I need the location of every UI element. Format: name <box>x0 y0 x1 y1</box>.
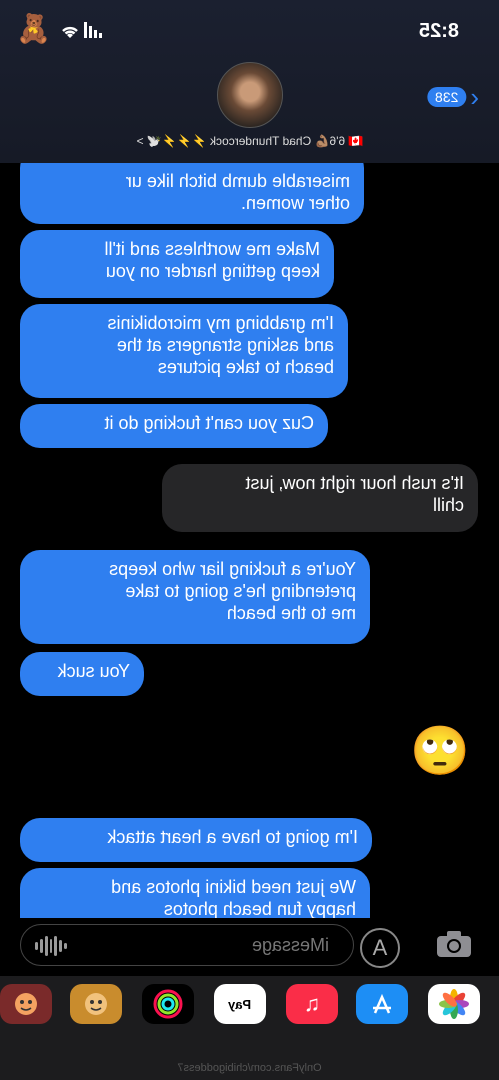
message-bubble-received[interactable]: You're a fucking liar who keeps pretendi… <box>20 550 370 644</box>
message-bubble-received[interactable]: Cuz you can't fucking do it <box>20 404 328 448</box>
message-bubble-sent[interactable]: It's rush hour right now, just chill <box>162 464 478 532</box>
message-bubble-received[interactable]: I'm going to have a heart attack <box>20 818 372 862</box>
message-bubble-received[interactable]: I'm grabbing my microbikinis and asking … <box>20 304 348 398</box>
message-text: miserable dumb bitch like ur other women… <box>125 171 350 213</box>
watermark-text: OnlyFans.com/chibigoddess7 <box>177 1062 322 1074</box>
status-time: 8:25 <box>418 20 459 42</box>
back-chevron-icon: › <box>470 82 479 112</box>
camera-icon[interactable] <box>436 930 472 958</box>
animoji-icon[interactable] <box>0 984 52 1024</box>
wifi-icon <box>60 24 80 43</box>
messages-screen: 8:25 🧸 238 › 🇨🇦 6'6💪🏽 Chad Thundercock ⚡… <box>0 0 499 1080</box>
signal-icon <box>84 22 102 38</box>
bear-emoji-icon: 🧸 <box>16 13 51 44</box>
contact-name[interactable]: 🇨🇦 6'6💪🏽 Chad Thundercock ⚡️⚡️⚡️🕊️ > <box>100 134 400 148</box>
message-bubble-received[interactable]: Make me worthless and it'll keep getting… <box>20 230 334 298</box>
back-button[interactable]: 238 › <box>426 82 479 112</box>
message-input[interactable]: iMessage <box>20 924 354 966</box>
audio-waveform-icon[interactable] <box>35 935 68 957</box>
activity-icon[interactable] <box>142 984 194 1024</box>
memoji-icon[interactable] <box>70 984 122 1024</box>
unread-count-badge: 238 <box>426 87 467 107</box>
message-text: Cuz you can't fucking do it <box>104 413 314 433</box>
message-text: You're a fucking liar who keeps pretendi… <box>109 559 356 623</box>
music-icon[interactable]: ♫ <box>286 984 338 1024</box>
apple-pay-label: Pay <box>228 996 252 1012</box>
compose-bar: A iMessage <box>0 918 499 976</box>
message-text: I'm going to have a heart attack <box>107 827 358 847</box>
conversation-header: 8:25 🧸 238 › 🇨🇦 6'6💪🏽 Chad Thundercock ⚡… <box>0 0 499 163</box>
photos-icon[interactable] <box>428 984 480 1024</box>
eye-roll-emoji-message[interactable]: 🙄 <box>410 722 470 779</box>
message-text: You suck <box>57 661 130 681</box>
app-store-drawer-icon[interactable] <box>356 984 408 1024</box>
message-bubble-received[interactable]: You suck <box>20 652 144 696</box>
contact-avatar[interactable] <box>217 62 283 128</box>
app-drawer: ♫ Pay OnlyFans.com/chibigoddess7 <box>0 976 499 1080</box>
message-text: Make me worthless and it'll keep getting… <box>104 239 320 281</box>
message-text: It's rush hour right now, just chill <box>245 473 464 515</box>
message-input-placeholder: iMessage <box>251 935 329 955</box>
message-text: We just need bikini photos and happy fun… <box>111 877 356 919</box>
apple-pay-icon[interactable]: Pay <box>214 984 266 1024</box>
message-text: I'm grabbing my microbikinis and asking … <box>107 313 334 377</box>
app-store-icon[interactable]: A <box>360 928 400 968</box>
